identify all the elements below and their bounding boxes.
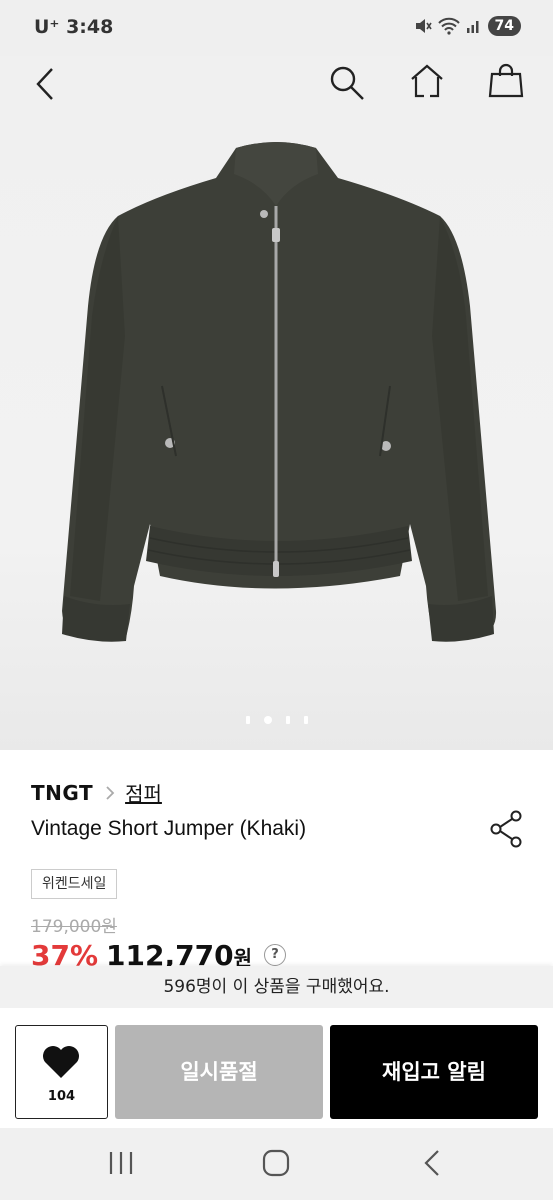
category-link[interactable]: 점퍼 <box>125 778 162 807</box>
like-count: 104 <box>47 1089 76 1104</box>
home-icon <box>411 64 443 98</box>
status-bar: U⁺ 3:48 74 <box>0 0 553 56</box>
page-dot <box>303 716 308 724</box>
page-dot <box>285 716 290 724</box>
cart-button[interactable] <box>488 62 524 100</box>
restock-alert-button[interactable]: 재입고 알림 <box>330 1025 538 1119</box>
price-help-icon[interactable]: ? <box>263 944 286 966</box>
search-button[interactable] <box>328 64 366 102</box>
share-icon <box>490 810 522 848</box>
back-icon <box>36 68 53 100</box>
page-dot-active <box>263 716 272 724</box>
carrier-time: U⁺ 3:48 <box>34 16 114 38</box>
battery-indicator: 74 <box>487 16 521 36</box>
back-nav-icon[interactable] <box>418 1148 448 1178</box>
back-button[interactable] <box>30 66 62 102</box>
home-nav-icon[interactable] <box>261 1148 291 1178</box>
heart-icon <box>43 1046 79 1078</box>
page-dot <box>245 716 250 724</box>
original-price: 179,000원 <box>31 917 117 937</box>
signal-icon <box>466 21 479 33</box>
status-icons: 74 <box>414 16 521 36</box>
jacket-image <box>62 142 497 642</box>
like-button[interactable]: 104 <box>15 1025 108 1119</box>
share-button[interactable] <box>490 810 524 852</box>
purchase-count-banner: 596명이 이 상품을 구매했어요. <box>0 966 553 1008</box>
product-title: Vintage Short Jumper (Khaki) <box>31 817 307 840</box>
brand-link[interactable]: TNGT <box>31 781 93 805</box>
bottom-action-bar: 104 일시품절 재입고 알림 <box>0 1008 553 1128</box>
recent-apps-icon[interactable] <box>106 1148 136 1178</box>
home-button[interactable] <box>408 62 446 100</box>
mute-icon <box>415 19 432 33</box>
breadcrumb: TNGT 점퍼 <box>31 778 162 807</box>
system-nav-bar <box>0 1128 553 1200</box>
product-image-gallery[interactable] <box>0 56 553 750</box>
soldout-button[interactable]: 일시품절 <box>115 1025 323 1119</box>
image-page-indicator <box>0 716 553 724</box>
search-icon <box>330 66 364 100</box>
shopping-bag-icon <box>488 63 524 98</box>
sale-tag-badge: 위켄드세일 <box>31 869 118 899</box>
wifi-icon <box>437 17 460 35</box>
chevron-right-icon <box>106 785 115 800</box>
